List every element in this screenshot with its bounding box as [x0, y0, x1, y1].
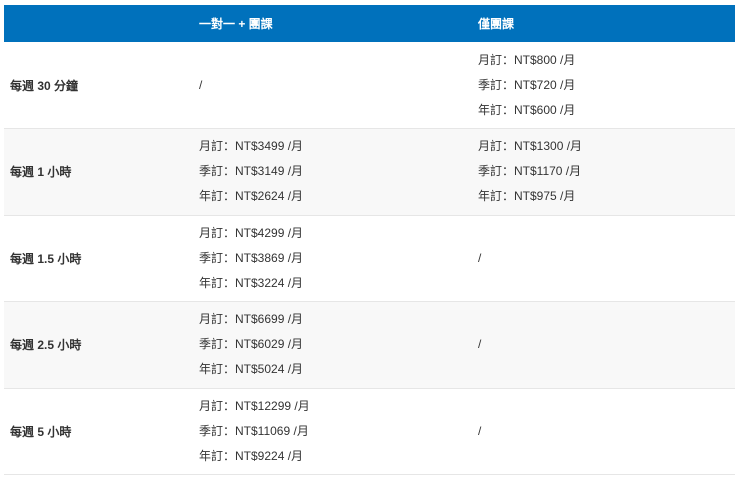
- row-label: 每週 30 分鐘: [10, 78, 79, 93]
- price-line: 月訂：NT$800 /月: [478, 52, 576, 67]
- group-price-cell: /: [478, 302, 735, 389]
- combo-price-cell: /: [199, 42, 478, 129]
- group-price-cell: 月訂：NT$800 /月 季訂：NT$720 /月 年訂：NT$600 /月: [478, 42, 735, 129]
- price-line: 季訂：NT$1170 /月: [478, 164, 582, 179]
- table-row: 每週 30 分鐘 / 月訂：NT$800 /月 季訂：NT$720 /月 年訂：NT$6…: [4, 42, 735, 129]
- price-line: 年訂：NT$975 /月: [478, 189, 576, 204]
- price-line: 月訂：NT$1300 /月: [478, 139, 583, 154]
- table-row: 每週 1.5 小時 月訂：NT$4299 /月 季訂：NT$3869 /月 年訂：NT…: [4, 215, 735, 302]
- price-line: 月訂：NT$12299 /月: [199, 398, 310, 413]
- price-line: 季訂：NT$11069 /月: [199, 423, 309, 438]
- combo-price-cell: 月訂：NT$12299 /月 季訂：NT$11069 /月 年訂：NT$9224 /…: [199, 388, 478, 475]
- price-line: 月訂：NT$3499 /月: [199, 139, 304, 154]
- price-line: 年訂：NT$3224 /月: [199, 275, 304, 290]
- table-row: 每週 5 小時 月訂：NT$12299 /月 季訂：NT$11069 /月 年訂：NT…: [4, 388, 735, 475]
- group-price-cell: /: [478, 215, 735, 302]
- price-line: /: [478, 250, 482, 265]
- price-line: 年訂：NT$9224 /月: [199, 448, 304, 463]
- price-line: 月訂：NT$6699 /月: [199, 312, 304, 327]
- row-label: 每週 1 小時: [10, 165, 72, 180]
- price-line: 月訂：NT$4299 /月: [199, 225, 304, 240]
- price-line: /: [478, 337, 482, 352]
- row-label: 每週 2.5 小時: [10, 338, 82, 353]
- price-line: 年訂：NT$600 /月: [478, 102, 576, 117]
- header-one-on-one-plus-group: 一對一 + 團課: [199, 17, 273, 31]
- price-line: /: [478, 423, 482, 438]
- combo-price-cell: 月訂：NT$4299 /月 季訂：NT$3869 /月 年訂：NT$3224 /月: [199, 215, 478, 302]
- price-line: 季訂：NT$3869 /月: [199, 250, 304, 265]
- group-price-cell: /: [478, 388, 735, 475]
- table-header: 一對一 + 團課 僅團課: [4, 5, 735, 42]
- header-group-only: 僅團課: [478, 17, 515, 31]
- row-label: 每週 1.5 小時: [10, 251, 82, 266]
- combo-price-cell: 月訂：NT$6699 /月 季訂：NT$6029 /月 年訂：NT$5024 /月: [199, 302, 478, 389]
- price-line: /: [199, 77, 203, 92]
- table-row: 每週 2.5 小時 月訂：NT$6699 /月 季訂：NT$6029 /月 年訂：NT…: [4, 301, 735, 389]
- price-line: 季訂：NT$720 /月: [478, 77, 576, 92]
- pricing-table: 一對一 + 團課 僅團課 每週 30 分鐘 / 月訂：NT$800 /月 季訂：NT$…: [4, 5, 735, 475]
- price-line: 年訂：NT$2624 /月: [199, 189, 304, 204]
- price-line: 季訂：NT$6029 /月: [199, 337, 304, 352]
- group-price-cell: 月訂：NT$1300 /月 季訂：NT$1170 /月 年訂：NT$975 /月: [478, 129, 735, 216]
- price-line: 季訂：NT$3149 /月: [199, 164, 304, 179]
- header-plan: [4, 5, 199, 42]
- combo-price-cell: 月訂：NT$3499 /月 季訂：NT$3149 /月 年訂：NT$2624 /月: [199, 129, 478, 216]
- table-row: 每週 1 小時 月訂：NT$3499 /月 季訂：NT$3149 /月 年訂：NT$2…: [4, 128, 735, 216]
- price-line: 年訂：NT$5024 /月: [199, 362, 304, 377]
- row-label: 每週 5 小時: [10, 424, 72, 439]
